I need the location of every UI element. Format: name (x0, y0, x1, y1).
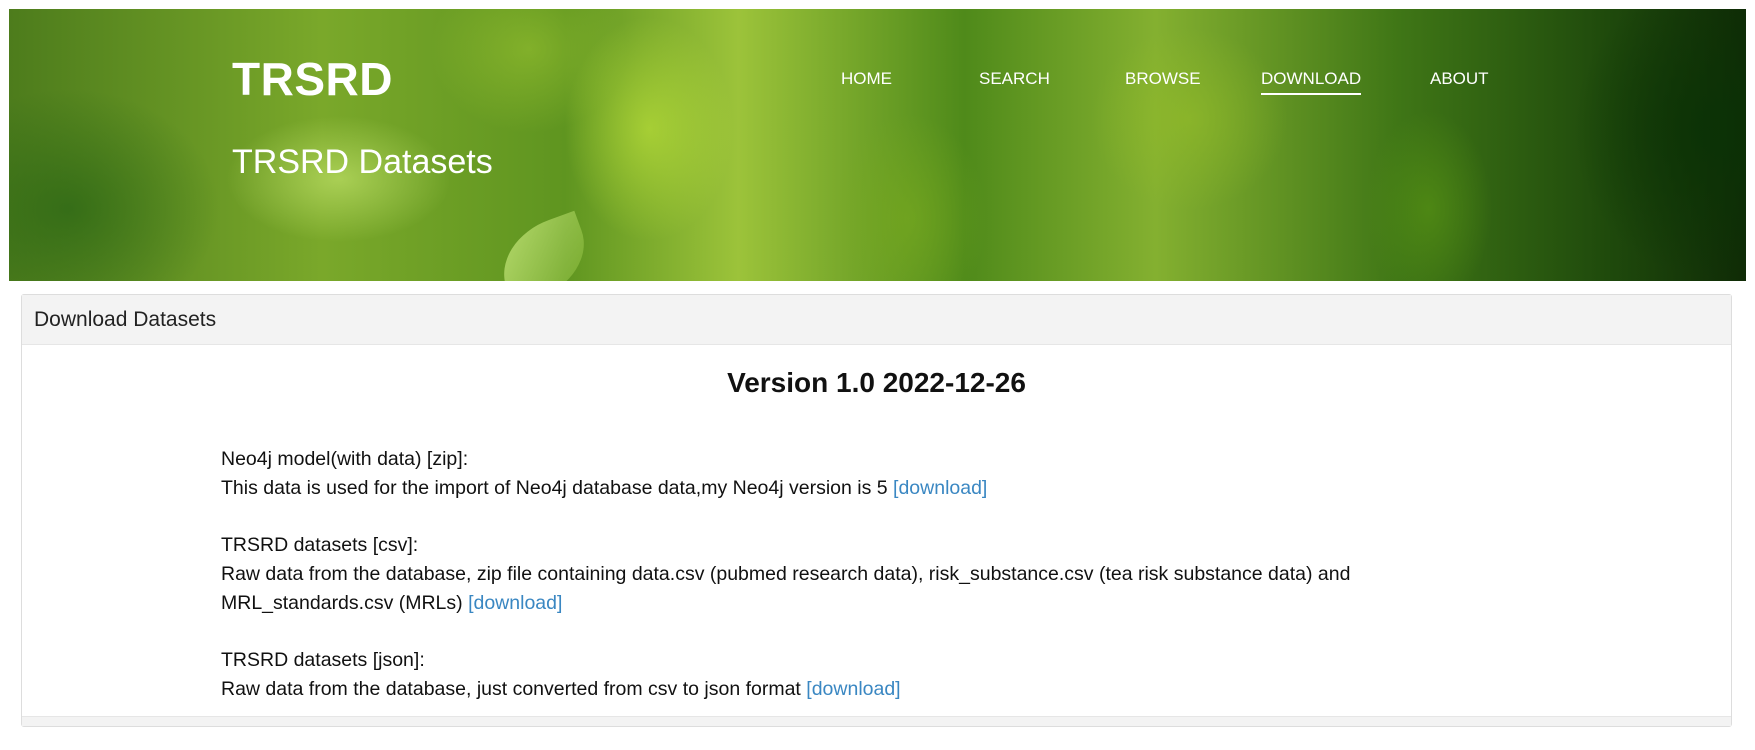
dataset-entry-neo4j: Neo4j model(with data) [zip]: This data … (221, 445, 1521, 503)
nav-browse[interactable]: BROWSE (1125, 69, 1201, 93)
page-heading: TRSRD Datasets (232, 143, 493, 181)
panel-heading: Download Datasets (22, 295, 1731, 345)
download-link-csv[interactable]: [download] (468, 592, 562, 614)
main-nav: HOME SEARCH BROWSE DOWNLOAD ABOUT (9, 69, 1746, 99)
dataset-entry-json: TRSRD datasets [json]: Raw data from the… (221, 646, 1521, 704)
nav-home[interactable]: HOME (841, 69, 892, 93)
nav-search[interactable]: SEARCH (979, 69, 1050, 93)
dataset-title: TRSRD datasets [json]: (221, 649, 425, 671)
nav-download[interactable]: DOWNLOAD (1261, 69, 1362, 95)
dataset-title: TRSRD datasets [csv]: (221, 534, 419, 556)
dataset-description: Raw data from the database, just convert… (221, 678, 801, 700)
dataset-list: Neo4j model(with data) [zip]: This data … (221, 445, 1521, 732)
download-panel: Download Datasets Version 1.0 2022-12-26… (21, 294, 1732, 727)
dataset-description: This data is used for the import of Neo4… (221, 477, 888, 499)
page: TRSRD HOME SEARCH BROWSE DOWNLOAD ABOUT … (0, 0, 1755, 750)
dataset-description-line: Raw data from the database, just convert… (221, 675, 1521, 704)
dataset-entry-csv: TRSRD datasets [csv]: Raw data from the … (221, 531, 1521, 618)
dataset-description: Raw data from the database, zip file con… (221, 563, 1351, 614)
dataset-description-line: Raw data from the database, zip file con… (221, 560, 1521, 618)
leaf-background-image (489, 210, 599, 281)
dataset-title: Neo4j model(with data) [zip]: (221, 448, 469, 470)
nav-about[interactable]: ABOUT (1430, 69, 1489, 93)
download-link-json[interactable]: [download] (806, 678, 900, 700)
dataset-description-line: This data is used for the import of Neo4… (221, 474, 1521, 503)
download-link-neo4j[interactable]: [download] (893, 477, 987, 499)
panel-footer (22, 716, 1731, 726)
version-title: Version 1.0 2022-12-26 (727, 367, 1026, 398)
header-banner: TRSRD HOME SEARCH BROWSE DOWNLOAD ABOUT … (9, 9, 1746, 281)
